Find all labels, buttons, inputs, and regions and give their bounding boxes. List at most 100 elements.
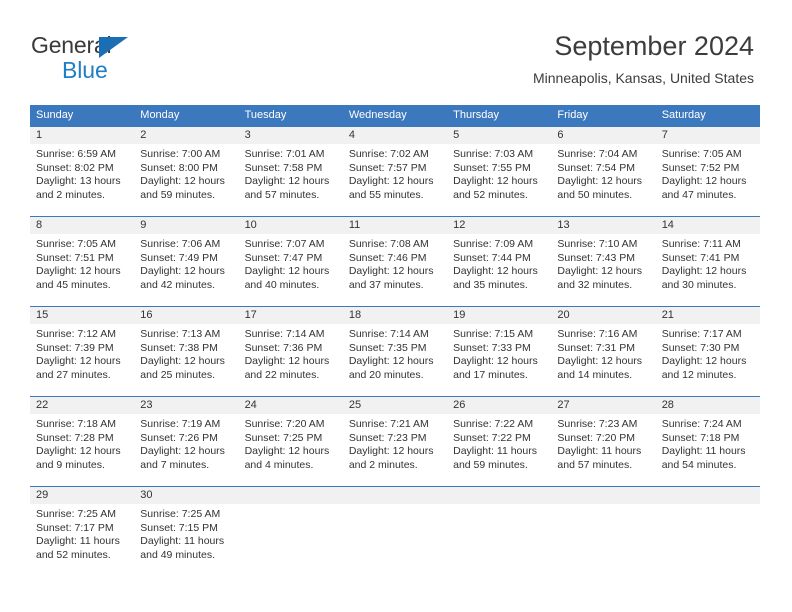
day-cell[interactable]: Sunrise: 7:05 AM Sunset: 7:52 PM Dayligh…: [656, 144, 760, 216]
sunrise-text: Sunrise: 7:03 AM: [453, 148, 534, 160]
sunset-text: Sunset: 7:33 PM: [453, 341, 531, 354]
sunset-text: Sunset: 7:26 PM: [140, 431, 218, 444]
day-number[interactable]: 9: [134, 217, 238, 234]
daylight-text-line1: Daylight: 11 hours: [453, 445, 537, 458]
day-cell[interactable]: Sunrise: 7:04 AM Sunset: 7:54 PM Dayligh…: [551, 144, 655, 216]
day-cell[interactable]: Sunrise: 6:59 AM Sunset: 8:02 PM Dayligh…: [30, 144, 134, 216]
day-cell[interactable]: Sunrise: 7:19 AM Sunset: 7:26 PM Dayligh…: [134, 414, 238, 486]
sunrise-text: Sunrise: 7:13 AM: [140, 328, 221, 340]
day-number[interactable]: 2: [134, 127, 238, 144]
day-number[interactable]: 11: [343, 217, 447, 234]
day-number[interactable]: 26: [447, 397, 551, 414]
day-number[interactable]: 5: [447, 127, 551, 144]
day-number[interactable]: 14: [656, 217, 760, 234]
daylight-text-line2: and 52 minutes.: [36, 548, 111, 561]
day-number[interactable]: 13: [551, 217, 655, 234]
day-number[interactable]: 29: [30, 487, 134, 504]
day-cell[interactable]: Sunrise: 7:11 AM Sunset: 7:41 PM Dayligh…: [656, 234, 760, 306]
day-number[interactable]: 12: [447, 217, 551, 234]
day-cell[interactable]: Sunrise: 7:15 AM Sunset: 7:33 PM Dayligh…: [447, 324, 551, 396]
day-number[interactable]: 23: [134, 397, 238, 414]
daylight-text-line1: Daylight: 12 hours: [244, 355, 330, 368]
day-number[interactable]: 21: [656, 307, 760, 324]
day-cell[interactable]: Sunrise: 7:08 AM Sunset: 7:46 PM Dayligh…: [343, 234, 447, 306]
week-daynumber-row: 8 9 10 11 12 13 14: [30, 217, 760, 234]
day-number[interactable]: 16: [134, 307, 238, 324]
day-number[interactable]: 7: [656, 127, 760, 144]
sunrise-text: Sunrise: 7:05 AM: [661, 148, 742, 160]
day-cell-empty: [656, 504, 760, 580]
sunrise-text: Sunrise: 7:21 AM: [348, 418, 429, 430]
sunrise-text: Sunrise: 7:11 AM: [661, 238, 741, 250]
day-number[interactable]: 22: [30, 397, 134, 414]
day-cell[interactable]: Sunrise: 7:07 AM Sunset: 7:47 PM Dayligh…: [239, 234, 343, 306]
day-number[interactable]: 8: [30, 217, 134, 234]
daylight-text-line1: Daylight: 12 hours: [348, 265, 434, 278]
day-cell[interactable]: Sunrise: 7:22 AM Sunset: 7:22 PM Dayligh…: [447, 414, 551, 486]
daylight-text-line2: and 17 minutes.: [453, 368, 528, 381]
day-cell[interactable]: Sunrise: 7:21 AM Sunset: 7:23 PM Dayligh…: [343, 414, 447, 486]
day-cell[interactable]: Sunrise: 7:03 AM Sunset: 7:55 PM Dayligh…: [447, 144, 551, 216]
day-cell[interactable]: Sunrise: 7:05 AM Sunset: 7:51 PM Dayligh…: [30, 234, 134, 306]
calendar-week-row: 29 30 Sunrise: 7:25 AM Sunset: 7:17 PM D…: [30, 486, 760, 580]
day-number[interactable]: 18: [343, 307, 447, 324]
logo-triangle-icon: [99, 37, 128, 58]
day-cell[interactable]: Sunrise: 7:10 AM Sunset: 7:43 PM Dayligh…: [551, 234, 655, 306]
sunrise-text: Sunrise: 7:00 AM: [140, 148, 221, 160]
day-cell[interactable]: Sunrise: 7:01 AM Sunset: 7:58 PM Dayligh…: [239, 144, 343, 216]
day-cell[interactable]: Sunrise: 7:17 AM Sunset: 7:30 PM Dayligh…: [656, 324, 760, 396]
daylight-text-line2: and 32 minutes.: [557, 278, 633, 291]
day-cell[interactable]: Sunrise: 7:24 AM Sunset: 7:18 PM Dayligh…: [656, 414, 760, 486]
daylight-text-line1: Daylight: 12 hours: [140, 175, 225, 188]
day-number[interactable]: 10: [239, 217, 343, 234]
day-number[interactable]: 28: [656, 397, 760, 414]
day-number[interactable]: 15: [30, 307, 134, 324]
day-number[interactable]: 6: [551, 127, 655, 144]
day-number[interactable]: 1: [30, 127, 134, 144]
sunset-text: Sunset: 7:30 PM: [661, 341, 740, 354]
daylight-text-line2: and 50 minutes.: [557, 188, 633, 201]
daylight-text-line1: Daylight: 12 hours: [140, 355, 225, 368]
sunset-text: Sunset: 7:49 PM: [140, 251, 218, 264]
day-cell[interactable]: Sunrise: 7:14 AM Sunset: 7:36 PM Dayligh…: [239, 324, 343, 396]
day-cell[interactable]: Sunrise: 7:14 AM Sunset: 7:35 PM Dayligh…: [343, 324, 447, 396]
day-cell[interactable]: Sunrise: 7:06 AM Sunset: 7:49 PM Dayligh…: [134, 234, 238, 306]
sunrise-text: Sunrise: 7:25 AM: [140, 508, 221, 520]
day-cell[interactable]: Sunrise: 7:13 AM Sunset: 7:38 PM Dayligh…: [134, 324, 238, 396]
day-number[interactable]: 4: [343, 127, 447, 144]
sunset-text: Sunset: 7:51 PM: [36, 251, 114, 264]
calendar-page: General Blue September 2024 Minneapolis,…: [0, 0, 792, 612]
daylight-text-line2: and 37 minutes.: [348, 278, 424, 291]
daylight-text-line2: and 25 minutes.: [140, 368, 215, 381]
day-number[interactable]: 30: [134, 487, 238, 504]
day-cell[interactable]: Sunrise: 7:02 AM Sunset: 7:57 PM Dayligh…: [343, 144, 447, 216]
sunrise-text: Sunrise: 7:10 AM: [557, 238, 638, 250]
day-cell[interactable]: Sunrise: 7:23 AM Sunset: 7:20 PM Dayligh…: [551, 414, 655, 486]
day-cell[interactable]: Sunrise: 7:12 AM Sunset: 7:39 PM Dayligh…: [30, 324, 134, 396]
daylight-text-line1: Daylight: 11 hours: [140, 535, 225, 548]
day-number[interactable]: 3: [239, 127, 343, 144]
day-cell[interactable]: Sunrise: 7:20 AM Sunset: 7:25 PM Dayligh…: [239, 414, 343, 486]
day-number[interactable]: 17: [239, 307, 343, 324]
day-number[interactable]: 27: [551, 397, 655, 414]
day-number[interactable]: 25: [343, 397, 447, 414]
day-cell[interactable]: Sunrise: 7:16 AM Sunset: 7:31 PM Dayligh…: [551, 324, 655, 396]
sunset-text: Sunset: 7:41 PM: [661, 251, 740, 264]
generalblue-logo[interactable]: General Blue: [31, 32, 231, 84]
daylight-text-line2: and 22 minutes.: [244, 368, 320, 381]
day-number[interactable]: 20: [551, 307, 655, 324]
daylight-text-line2: and 55 minutes.: [348, 188, 424, 201]
day-cell[interactable]: Sunrise: 7:25 AM Sunset: 7:17 PM Dayligh…: [30, 504, 134, 580]
day-cell[interactable]: Sunrise: 7:09 AM Sunset: 7:44 PM Dayligh…: [447, 234, 551, 306]
daylight-text-line1: Daylight: 11 hours: [557, 445, 642, 458]
day-cell[interactable]: Sunrise: 7:00 AM Sunset: 8:00 PM Dayligh…: [134, 144, 238, 216]
sunset-text: Sunset: 7:52 PM: [661, 161, 740, 174]
daylight-text-line1: Daylight: 12 hours: [453, 355, 538, 368]
sunrise-text: Sunrise: 7:01 AM: [244, 148, 325, 160]
day-cell[interactable]: Sunrise: 7:18 AM Sunset: 7:28 PM Dayligh…: [30, 414, 134, 486]
weekday-header-row: Sunday Monday Tuesday Wednesday Thursday…: [30, 105, 760, 126]
day-cell[interactable]: Sunrise: 7:25 AM Sunset: 7:15 PM Dayligh…: [134, 504, 238, 580]
sunset-text: Sunset: 7:55 PM: [453, 161, 531, 174]
day-number[interactable]: 19: [447, 307, 551, 324]
day-number[interactable]: 24: [239, 397, 343, 414]
